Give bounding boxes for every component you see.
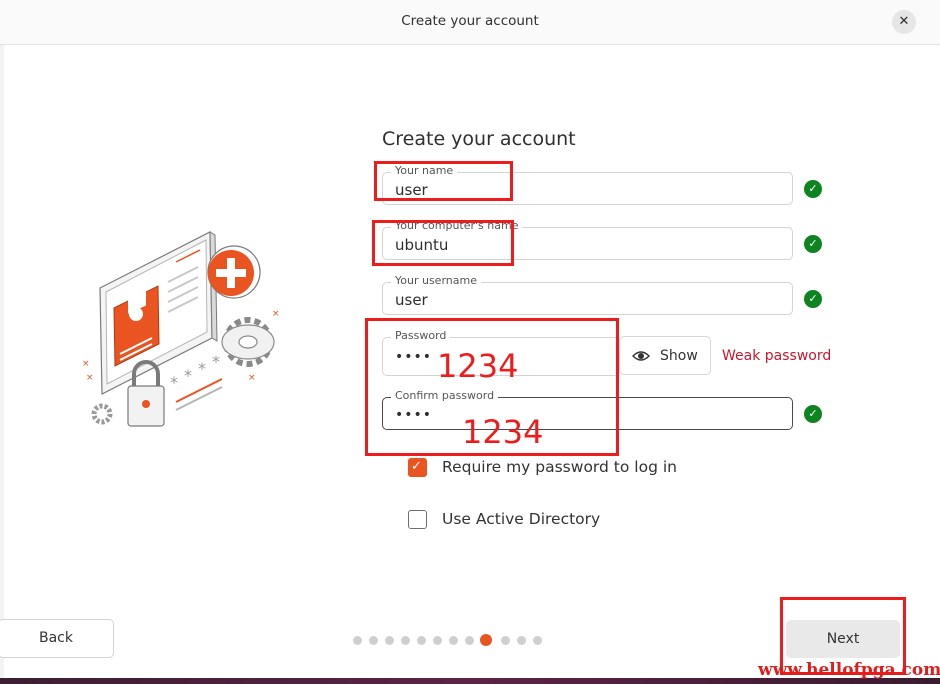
watermark: www.hellofpga.com [758,660,940,680]
svg-text:×: × [86,373,94,383]
your-name-label: Your name [391,164,458,177]
step-dot [533,636,542,645]
step-dot [449,636,458,645]
step-dot [369,636,378,645]
svg-text:*: * [170,373,178,392]
confirm-password-value: •••• [395,407,433,423]
check-circle-icon: ✓ [804,290,822,308]
your-name-value: user [395,181,428,199]
close-icon[interactable]: ✕ [899,14,910,29]
check-circle-icon: ✓ [804,180,822,198]
next-button[interactable]: Next [786,620,900,658]
confirm-password-label: Confirm password [391,389,499,402]
step-dot [417,636,426,645]
annotation-confirm-note: 1234 [462,413,544,451]
window-title: Create your account [401,13,539,29]
require-password-label: Require my password to log in [442,458,677,476]
username-field[interactable]: Your username user [382,274,793,315]
checkbox-checked[interactable]: ✓ [408,458,427,477]
step-dot [517,636,526,645]
show-password-label: Show [660,348,698,364]
check-circle-icon: ✓ [804,235,822,253]
check-circle-icon: ✓ [804,405,822,423]
svg-text:*: * [184,366,192,385]
computer-name-field[interactable]: Your computer's name ubuntu [382,219,793,260]
form-heading: Create your account [382,128,576,150]
confirm-password-field[interactable]: Confirm password •••• [382,389,793,430]
checkbox-check-icon: ✓ [411,459,422,474]
svg-text:×: × [82,359,90,369]
computer-name-value: ubuntu [395,236,449,254]
password-strength-label: Weak password [722,348,832,364]
checkbox-unchecked[interactable] [408,510,427,529]
step-dot [353,636,362,645]
svg-text:*: * [212,352,220,371]
your-name-field[interactable]: Your name user [382,164,793,205]
close-button[interactable]: ✕ [892,10,916,34]
password-value: •••• [395,349,433,365]
svg-text:*: * [198,359,206,378]
username-value: user [395,291,428,309]
step-dot [501,636,510,645]
title-bar: Create your account ✕ [0,0,940,45]
svg-text:×: × [248,373,256,383]
step-dot [433,636,442,645]
step-dot [385,636,394,645]
annotation-password-note: 1234 [437,347,519,385]
username-label: Your username [391,274,481,287]
password-label: Password [391,329,451,342]
computer-name-label: Your computer's name [391,219,523,232]
eye-icon [632,351,650,361]
window-left-edge [0,0,4,684]
step-dot-current [480,634,492,646]
step-dot [465,636,474,645]
svg-text:×: × [272,309,280,319]
step-dot [401,636,410,645]
active-directory-label: Use Active Directory [442,510,601,528]
account-illustration: * * * * × × × × [82,231,280,427]
back-button[interactable]: Back [0,619,114,658]
show-password-button[interactable]: Show [619,336,711,375]
